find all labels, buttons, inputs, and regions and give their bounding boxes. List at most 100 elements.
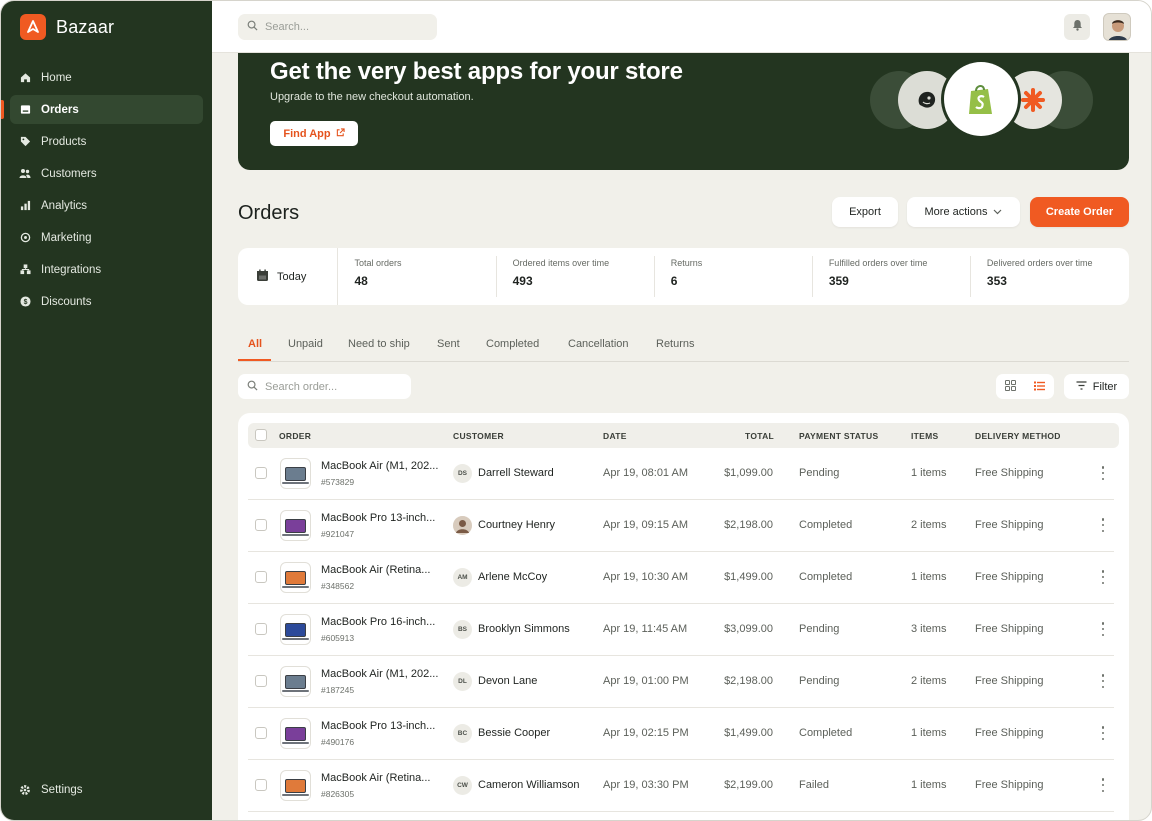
column-header-order[interactable]: ORDER: [279, 431, 311, 441]
find-app-button[interactable]: Find App: [270, 121, 358, 146]
export-label: Export: [849, 206, 881, 218]
more-actions-label: More actions: [924, 206, 988, 218]
sidebar-item-discounts[interactable]: $ Discounts: [10, 287, 203, 316]
period-label: Today: [277, 270, 307, 283]
row-checkbox[interactable]: [255, 623, 267, 635]
brand[interactable]: Bazaar: [20, 14, 114, 40]
product-name[interactable]: MacBook Pro 13-inch...: [321, 512, 443, 524]
shopify-app-icon: [944, 62, 1018, 136]
sidebar-item-label: Integrations: [41, 263, 102, 276]
row-actions-kebab-icon[interactable]: [1101, 570, 1105, 584]
column-header-customer[interactable]: CUSTOMER: [453, 431, 504, 441]
item-count: 1 items: [911, 571, 947, 583]
sidebar-item-settings[interactable]: Settings: [10, 775, 203, 804]
sidebar-item-label: Orders: [41, 103, 79, 116]
sidebar-item-label: Discounts: [41, 295, 92, 308]
product-name[interactable]: MacBook Air (Retina...: [321, 772, 443, 784]
product-thumbnail: [280, 770, 311, 801]
table-row[interactable]: MacBook Air (Retina... #826305 CW Cameron W…: [248, 760, 1114, 812]
stat-value: 353: [986, 274, 1007, 288]
row-actions-kebab-icon[interactable]: [1101, 622, 1105, 636]
more-actions-button[interactable]: More actions: [907, 197, 1020, 227]
stat-label: Returns: [670, 258, 703, 268]
delivery-method: Free Shipping: [975, 779, 1044, 791]
column-header-payment-status[interactable]: PAYMENT STATUS: [799, 431, 878, 441]
row-checkbox[interactable]: [255, 779, 267, 791]
row-checkbox[interactable]: [255, 467, 267, 479]
order-date: Apr 19, 01:00 PM: [603, 675, 689, 687]
order-id: #921047: [321, 529, 355, 539]
tab-sent[interactable]: Sent: [437, 338, 460, 350]
table-row[interactable]: MacBook Pro 16-inch... #605913 BS Brooklyn …: [248, 604, 1114, 656]
tab-completed[interactable]: Completed: [486, 338, 539, 350]
tab-returns[interactable]: Returns: [656, 338, 695, 350]
tab-all[interactable]: All: [248, 338, 262, 350]
export-button[interactable]: Export: [832, 197, 898, 227]
item-count: 2 items: [911, 519, 947, 531]
table-row[interactable]: MacBook Air (M1, 202... #573829 DS Darrell …: [248, 448, 1114, 500]
tab-need-to-ship[interactable]: Need to ship: [348, 338, 410, 350]
bar-chart-icon: [19, 200, 31, 212]
sidebar-item-marketing[interactable]: Marketing: [10, 223, 203, 252]
row-checkbox[interactable]: [255, 519, 267, 531]
orders-table: ORDER CUSTOMER DATE TOTAL PAYMENT STATUS…: [238, 413, 1129, 820]
product-name[interactable]: MacBook Air (M1, 202...: [321, 460, 443, 472]
column-header-total[interactable]: TOTAL: [745, 431, 774, 441]
customer-avatar: BC: [453, 724, 472, 743]
product-name[interactable]: MacBook Air (Retina...: [321, 564, 443, 576]
tab-cancellation[interactable]: Cancellation: [568, 338, 629, 350]
column-header-items[interactable]: ITEMS: [911, 431, 938, 441]
row-actions-kebab-icon[interactable]: [1101, 518, 1105, 532]
product-name[interactable]: MacBook Air (M1, 202...: [321, 668, 443, 680]
period-selector[interactable]: Today: [238, 248, 339, 305]
stat-fulfilled: Fulfilled orders over time 359: [813, 256, 971, 297]
table-row[interactable]: MacBook Air (Retina... #348562 AM Arlene Mc…: [248, 552, 1114, 604]
search-input[interactable]: [265, 21, 415, 33]
row-actions-kebab-icon[interactable]: [1101, 778, 1105, 792]
tag-icon: [19, 136, 31, 148]
chevron-down-icon: [993, 206, 1002, 218]
stat-label: Total orders: [354, 258, 402, 268]
sidebar-item-orders[interactable]: Orders: [1, 95, 203, 124]
row-checkbox[interactable]: [255, 727, 267, 739]
laptop-icon: [282, 622, 309, 640]
filter-button[interactable]: Filter: [1064, 374, 1129, 399]
customer-initials: DS: [457, 470, 468, 477]
row-checkbox[interactable]: [255, 675, 267, 687]
row-actions-kebab-icon[interactable]: [1101, 466, 1105, 480]
column-header-delivery-method[interactable]: DELIVERY METHOD: [975, 431, 1061, 441]
sidebar-item-analytics[interactable]: Analytics: [10, 191, 203, 220]
product-name[interactable]: MacBook Pro 13-inch...: [321, 720, 443, 732]
list-view-icon[interactable]: [1034, 378, 1045, 396]
tab-unpaid[interactable]: Unpaid: [288, 338, 323, 350]
user-avatar[interactable]: [1103, 13, 1131, 41]
order-search-input[interactable]: [265, 380, 411, 393]
sidebar-item-customers[interactable]: Customers: [10, 159, 203, 188]
select-all-checkbox[interactable]: [255, 429, 267, 441]
row-actions-kebab-icon[interactable]: [1101, 674, 1105, 688]
sidebar-item-integrations[interactable]: Integrations: [10, 255, 203, 284]
payment-status: Pending: [799, 675, 840, 687]
order-search[interactable]: [238, 374, 411, 399]
banner-title: Get the very best apps for your store: [270, 58, 683, 85]
payment-status: Completed: [799, 519, 853, 531]
table-row[interactable]: MacBook Air (M1, 202... #187245 DL Devon La…: [248, 656, 1114, 708]
table-row[interactable]: MacBook Pro 13-inch... #490176 BC Bessie Co…: [248, 708, 1114, 760]
sidebar-item-home[interactable]: Home: [10, 63, 203, 92]
order-total: $1,099.00: [724, 467, 773, 479]
order-id: #605913: [321, 633, 355, 643]
row-actions-kebab-icon[interactable]: [1101, 726, 1105, 740]
sidebar-item-products[interactable]: Products: [10, 127, 203, 156]
order-date: Apr 19, 08:01 AM: [603, 467, 688, 479]
table-row[interactable]: MacBook Pro 13-inch... #921047 Courtney He…: [248, 500, 1114, 552]
create-order-button[interactable]: Create Order: [1030, 197, 1129, 227]
grid-view-icon[interactable]: [1005, 378, 1016, 396]
global-search[interactable]: [238, 14, 437, 40]
sidebar-item-label: Home: [41, 71, 72, 84]
laptop-icon: [282, 726, 309, 744]
notifications-button[interactable]: [1064, 14, 1090, 40]
row-checkbox[interactable]: [255, 571, 267, 583]
active-tab-indicator: [238, 359, 271, 361]
column-header-date[interactable]: DATE: [603, 431, 627, 441]
product-name[interactable]: MacBook Pro 16-inch...: [321, 616, 443, 628]
